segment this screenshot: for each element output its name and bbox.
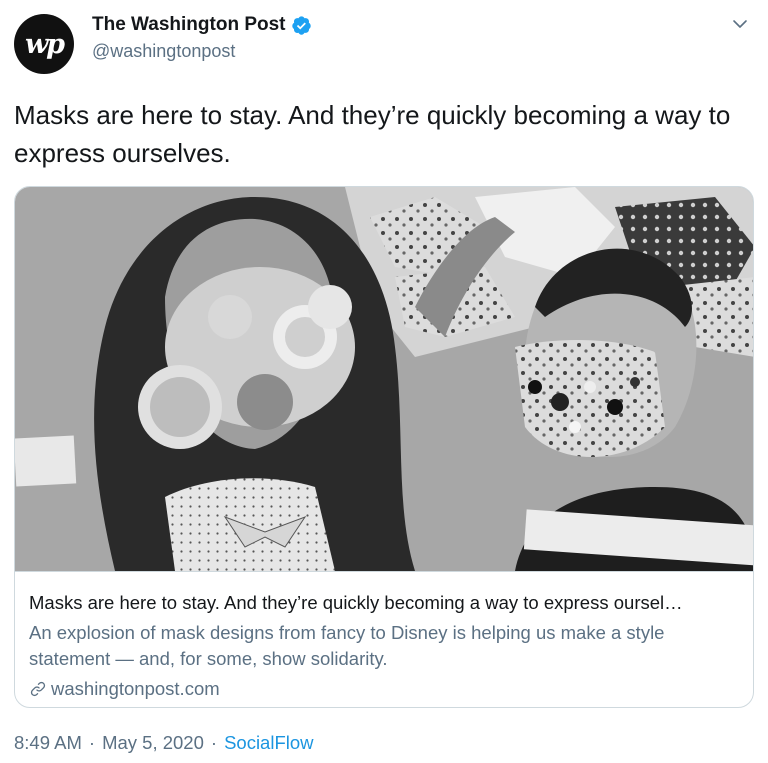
link-card[interactable]: Masks are here to stay. And they’re quic…	[14, 186, 754, 708]
chevron-down-icon[interactable]	[730, 14, 750, 34]
tweet-source-link[interactable]: SocialFlow	[224, 732, 313, 754]
author-name-row: The Washington Post	[92, 14, 312, 36]
author-handle[interactable]: @washingtonpost	[92, 41, 235, 62]
tweet-time[interactable]: 8:49 AM	[14, 732, 82, 754]
card-domain-text[interactable]: washingtonpost.com	[51, 678, 220, 700]
tweet-date[interactable]: May 5, 2020	[102, 732, 204, 754]
verified-badge-icon	[291, 15, 311, 35]
card-description: An explosion of mask designs from fancy …	[29, 622, 665, 669]
meta-separator: ·	[88, 732, 96, 753]
link-icon	[30, 681, 46, 697]
tweet-text: Masks are here to stay. And they’re quic…	[14, 100, 731, 168]
tweet-meta: 8:49 AM · May 5, 2020 · SocialFlow	[14, 732, 314, 754]
card-body[interactable]: Masks are here to stay. And they’re quic…	[15, 571, 753, 707]
author-display-name[interactable]: The Washington Post	[92, 14, 286, 36]
meta-separator: ·	[210, 732, 218, 753]
card-image[interactable]	[15, 187, 754, 571]
avatar[interactable]: wp	[14, 14, 74, 74]
card-domain[interactable]: washingtonpost.com	[29, 678, 220, 700]
card-title[interactable]: Masks are here to stay. And they’re quic…	[29, 592, 744, 614]
